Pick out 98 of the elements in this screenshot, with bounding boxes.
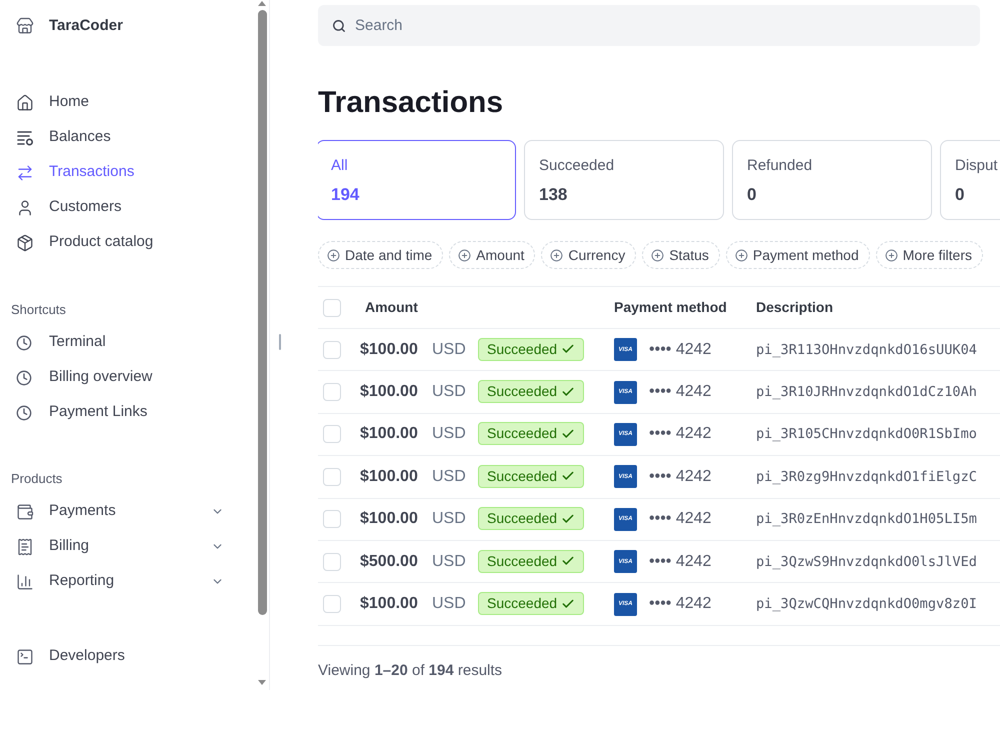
filter-chip[interactable]: Currency [541,241,636,269]
scroll-down-arrow-icon[interactable] [258,680,266,685]
search-field[interactable]: Search [318,5,980,46]
scrollbar-thumb[interactable] [258,10,266,615]
description-cell: pi_3R10JRHnvzdqnkdO1dCz10Ah [756,384,977,400]
plus-circle-icon [884,248,898,262]
row-checkbox[interactable] [323,425,341,444]
plus-circle-icon [458,248,472,262]
plus-circle-icon [327,248,340,262]
resize-handle-icon[interactable] [279,334,281,350]
person-icon [16,198,34,216]
currency-cell: USD [432,425,466,442]
currency-cell: USD [432,552,466,570]
filter-chip[interactable]: Status [642,241,720,269]
nav-item[interactable]: Developers [0,639,255,674]
row-checkbox[interactable] [323,340,341,359]
amount-cell: $100.00 [360,595,418,612]
description-cell: pi_3R105CHnvzdqnkdO0R1SbImo [756,426,977,442]
currency-cell: USD [432,383,466,400]
description-cell: pi_3R113OHnvzdqnkdO16sUUK04 [756,342,977,358]
plus-circle-icon [734,248,748,262]
shortcut-link[interactable]: Billing overview [0,360,255,395]
bar-chart-icon [16,572,34,590]
description-cell: pi_3QzwS9HnvzdqnkdO0lsJlVEd [756,554,977,570]
nav-item[interactable]: Balances [0,120,255,155]
plus-circle-icon [651,248,664,262]
nav-group[interactable]: Billing [0,529,230,564]
nav-item[interactable]: Product catalog [0,225,255,260]
status-badge: Succeeded [478,464,584,488]
card-number: •••• 4242 [649,424,712,444]
search-icon [332,19,346,33]
row-checkbox[interactable] [323,298,341,316]
amount-cell: $500.00 [360,552,418,570]
nav-group[interactable]: Payments [0,494,230,529]
row-checkbox[interactable] [323,468,341,486]
row-checkbox[interactable] [323,552,341,571]
wallet-icon [16,502,34,520]
amount-cell: $100.00 [360,340,418,358]
card-number: •••• 4242 [649,509,712,530]
home-icon [16,94,34,112]
column-header: Description [756,298,834,314]
amount-cell: $100.00 [360,510,418,528]
row-checkbox[interactable] [323,510,341,528]
status-badge: Succeeded [478,380,584,404]
row-checkbox[interactable] [323,383,341,402]
box-icon [16,234,34,252]
status-tab[interactable]: All 194 [318,140,516,220]
section-heading: Products [10,471,64,487]
terminal-icon [16,648,34,666]
store-icon [16,17,34,35]
clock-icon [16,370,32,386]
list-icon [16,128,34,146]
amount-cell: $100.00 [360,383,418,400]
status-badge: Succeeded [478,550,584,573]
description-cell: pi_3QzwCQHnvzdqnkdO0mgv8z0I [756,596,977,612]
column-header: Amount [365,298,418,314]
plus-circle-icon [550,248,564,262]
card-number: •••• 4242 [649,382,712,402]
card-number: •••• 4242 [649,340,712,360]
status-tab[interactable]: Refunded 0 [732,140,932,220]
amount-cell: $100.00 [360,468,418,485]
results-summary: Viewing 1–20 of 194 results [318,661,504,681]
currency-cell: USD [432,340,466,358]
nav-item[interactable]: Home [0,85,255,120]
clock-icon [16,404,32,420]
currency-cell: USD [432,595,466,612]
card-number: •••• 4242 [649,552,712,572]
status-badge: Succeeded [478,592,584,616]
arrows-icon [16,164,34,182]
status-badge: Succeeded [478,507,584,530]
filter-chip[interactable]: Date and time [318,241,444,269]
filter-chip[interactable]: Amount [449,241,536,269]
amount-cell: $100.00 [360,425,418,442]
currency-cell: USD [432,468,466,485]
nav-item[interactable]: Customers [0,190,255,225]
clock-icon [16,334,32,350]
receipt-icon [16,538,34,556]
status-badge: Succeeded [478,422,584,446]
row-checkbox[interactable] [323,595,341,614]
column-header: Payment method [614,298,727,314]
section-heading: Shortcuts [10,302,67,318]
status-badge: Succeeded [478,338,584,361]
nav-item[interactable]: Transactions [0,155,255,190]
currency-cell: USD [432,510,466,528]
card-number: •••• 4242 [649,466,712,487]
shortcut-link[interactable]: Terminal [0,325,255,360]
description-cell: pi_3R0zEnHnvzdqnkdO1H05LI5m [756,511,977,528]
status-tab[interactable]: Disput 0 [940,140,1000,220]
nav-group[interactable]: Reporting [0,564,230,599]
shortcut-link[interactable]: Payment Links [0,395,255,430]
filter-chip[interactable]: Payment method [726,241,870,269]
page-title: Transactions [318,85,504,121]
status-tab[interactable]: Succeeded 138 [524,140,724,220]
description-cell: pi_3R0zg9HnvzdqnkdO1fiElgzC [756,468,977,485]
scroll-up-arrow-icon[interactable] [258,1,266,6]
filter-chip[interactable]: More filters [876,241,983,269]
account-name[interactable]: TaraCoder [49,14,123,38]
card-number: •••• 4242 [649,594,712,614]
